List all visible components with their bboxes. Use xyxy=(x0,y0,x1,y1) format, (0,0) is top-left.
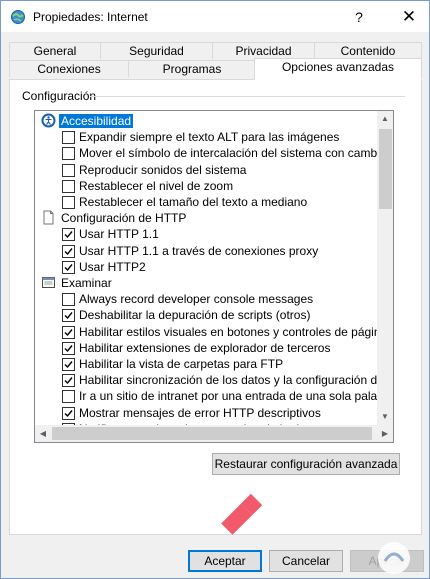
setting-label: Mover el símbolo de intercalación del si… xyxy=(79,146,394,161)
settings-category[interactable]: Examinar xyxy=(35,275,379,291)
horizontal-scroll-thumb[interactable] xyxy=(52,427,372,440)
checkmark-icon xyxy=(64,361,73,369)
setting-label: Expandir siempre el texto ALT para las i… xyxy=(79,130,340,145)
checkbox-checked[interactable] xyxy=(62,374,75,388)
checkmark-icon xyxy=(64,231,73,239)
tab-general[interactable]: General xyxy=(9,42,101,59)
settings-category[interactable]: Accesibilidad xyxy=(35,113,379,129)
settings-row[interactable]: Usar HTTP 1.1 xyxy=(35,226,379,242)
group-divider xyxy=(90,96,405,97)
tab-privacidad[interactable]: Privacidad xyxy=(212,42,315,59)
checkmark-icon xyxy=(64,312,73,320)
document-icon xyxy=(43,210,54,225)
checkbox-checked[interactable] xyxy=(62,309,75,323)
category-label: Examinar xyxy=(61,276,112,290)
title-bar: Propiedades: Internet ? ✕ xyxy=(1,1,429,32)
scroll-right-arrow-icon[interactable]: ▶ xyxy=(377,426,393,442)
tab-seguridad[interactable]: Seguridad xyxy=(100,42,213,59)
vertical-scrollbar[interactable]: ▲ ▼ xyxy=(377,111,393,425)
checkbox-checked[interactable] xyxy=(62,228,75,242)
settings-row[interactable]: Restablecer el tamaño del texto a median… xyxy=(35,194,379,210)
browse-window-icon xyxy=(42,277,55,288)
settings-category[interactable]: Configuración de HTTP xyxy=(35,210,379,226)
tab-contenido[interactable]: Contenido xyxy=(314,42,422,59)
checkbox-unchecked[interactable] xyxy=(62,163,75,177)
settings-row[interactable]: Expandir siempre el texto ALT para las i… xyxy=(35,129,379,145)
setting-label: Ir a un sitio de intranet por una entrad… xyxy=(79,389,394,404)
checkbox-checked[interactable] xyxy=(62,325,75,339)
setting-label: Deshabilitar la depuración de scripts (o… xyxy=(79,308,311,323)
setting-label: Habilitar la vista de carpetas para FTP xyxy=(79,357,284,371)
tab-opciones-avanzadas[interactable]: Opciones avanzadas xyxy=(254,58,422,80)
checkmark-icon xyxy=(64,377,73,385)
settings-row[interactable]: Deshabilitar la depuración de scripts (o… xyxy=(35,307,379,323)
checkmark-icon xyxy=(64,328,73,336)
checkbox-checked[interactable] xyxy=(62,406,75,420)
checkbox-unchecked[interactable] xyxy=(62,293,75,307)
tab-programas[interactable]: Programas xyxy=(128,60,256,77)
settings-row[interactable]: Habilitar la vista de carpetas para FTP xyxy=(35,356,379,372)
settings-row[interactable]: Usar HTTP2 xyxy=(35,259,379,275)
checkbox-unchecked[interactable] xyxy=(62,390,75,404)
help-button[interactable]: ? xyxy=(346,6,372,28)
close-button[interactable]: ✕ xyxy=(395,4,423,30)
vertical-scroll-thumb[interactable] xyxy=(379,129,392,209)
setting-label: Habilitar estilos visuales en botones y … xyxy=(79,324,394,339)
restore-advanced-settings-button[interactable]: Restaurar configuración avanzada xyxy=(212,453,400,475)
checkbox-unchecked[interactable] xyxy=(62,131,75,145)
horizontal-scrollbar[interactable]: ◀ ▶ xyxy=(35,425,393,442)
setting-label: Always record developer console messages xyxy=(79,292,314,307)
settings-row[interactable]: Mover el símbolo de intercalación del si… xyxy=(35,145,393,161)
setting-label: Restablecer el nivel de zoom xyxy=(79,178,234,193)
settings-row[interactable]: Mostrar mensajes de error HTTP descripti… xyxy=(35,405,379,421)
settings-row[interactable]: Usar HTTP 1.1 a través de conexiones pro… xyxy=(35,243,379,259)
checkmark-icon xyxy=(64,263,73,271)
internet-properties-dialog: Propiedades: Internet ? ✕ General Seguri… xyxy=(0,0,430,579)
settings-row[interactable]: Ir a un sitio de intranet por una entrad… xyxy=(35,388,393,404)
group-label: Configuración xyxy=(22,89,97,103)
setting-label: Mostrar mensajes de error HTTP descripti… xyxy=(79,405,321,420)
checkbox-unchecked[interactable] xyxy=(62,147,75,161)
settings-row[interactable]: Habilitar extensiones de explorador de t… xyxy=(35,340,379,356)
checkbox-checked[interactable] xyxy=(62,341,75,355)
accessibility-icon xyxy=(41,113,56,128)
watermark-logo-icon xyxy=(378,542,410,574)
setting-label: Restablecer el tamaño del texto a median… xyxy=(79,195,308,209)
category-label: Configuración de HTTP xyxy=(61,211,187,226)
tab-conexiones[interactable]: Conexiones xyxy=(9,60,129,77)
setting-label: Usar HTTP2 xyxy=(79,259,146,274)
setting-label: Habilitar extensiones de explorador de t… xyxy=(79,340,331,355)
settings-row[interactable]: Habilitar sincronización de los datos y … xyxy=(35,372,393,388)
scroll-up-arrow-icon[interactable]: ▲ xyxy=(377,111,393,127)
category-label: Accesibilidad xyxy=(59,114,134,128)
checkmark-icon xyxy=(64,344,73,352)
settings-row[interactable]: Reproducir sonidos del sistema xyxy=(35,162,379,178)
setting-label: Habilitar sincronización de los datos y … xyxy=(79,373,394,388)
setting-label: Usar HTTP 1.1 xyxy=(79,227,159,242)
scroll-left-arrow-icon[interactable]: ◀ xyxy=(35,426,51,442)
cancel-button[interactable]: Cancelar xyxy=(269,550,343,572)
setting-label: Reproducir sonidos del sistema xyxy=(79,162,247,177)
checkbox-unchecked[interactable] xyxy=(62,196,75,209)
pointer-arrow-icon xyxy=(221,489,267,535)
settings-row[interactable]: Habilitar estilos visuales en botones y … xyxy=(35,324,393,340)
settings-row[interactable]: Always record developer console messages xyxy=(35,291,379,307)
checkbox-unchecked[interactable] xyxy=(62,179,75,193)
settings-row[interactable]: Restablecer el nivel de zoom xyxy=(35,178,379,194)
checkbox-checked[interactable] xyxy=(62,244,75,258)
window-title: Propiedades: Internet xyxy=(33,10,148,24)
checkbox-checked[interactable] xyxy=(62,358,75,371)
internet-globe-icon xyxy=(11,10,25,24)
setting-label: Usar HTTP 1.1 a través de conexiones pro… xyxy=(79,243,319,258)
ok-button[interactable]: Aceptar xyxy=(188,550,262,572)
checkbox-checked[interactable] xyxy=(62,260,75,274)
settings-list[interactable]: Accesibilidad Expandir siempre el texto A… xyxy=(34,110,394,443)
scroll-down-arrow-icon[interactable]: ▼ xyxy=(377,409,393,425)
checkmark-icon xyxy=(64,409,73,417)
checkmark-icon xyxy=(64,247,73,255)
